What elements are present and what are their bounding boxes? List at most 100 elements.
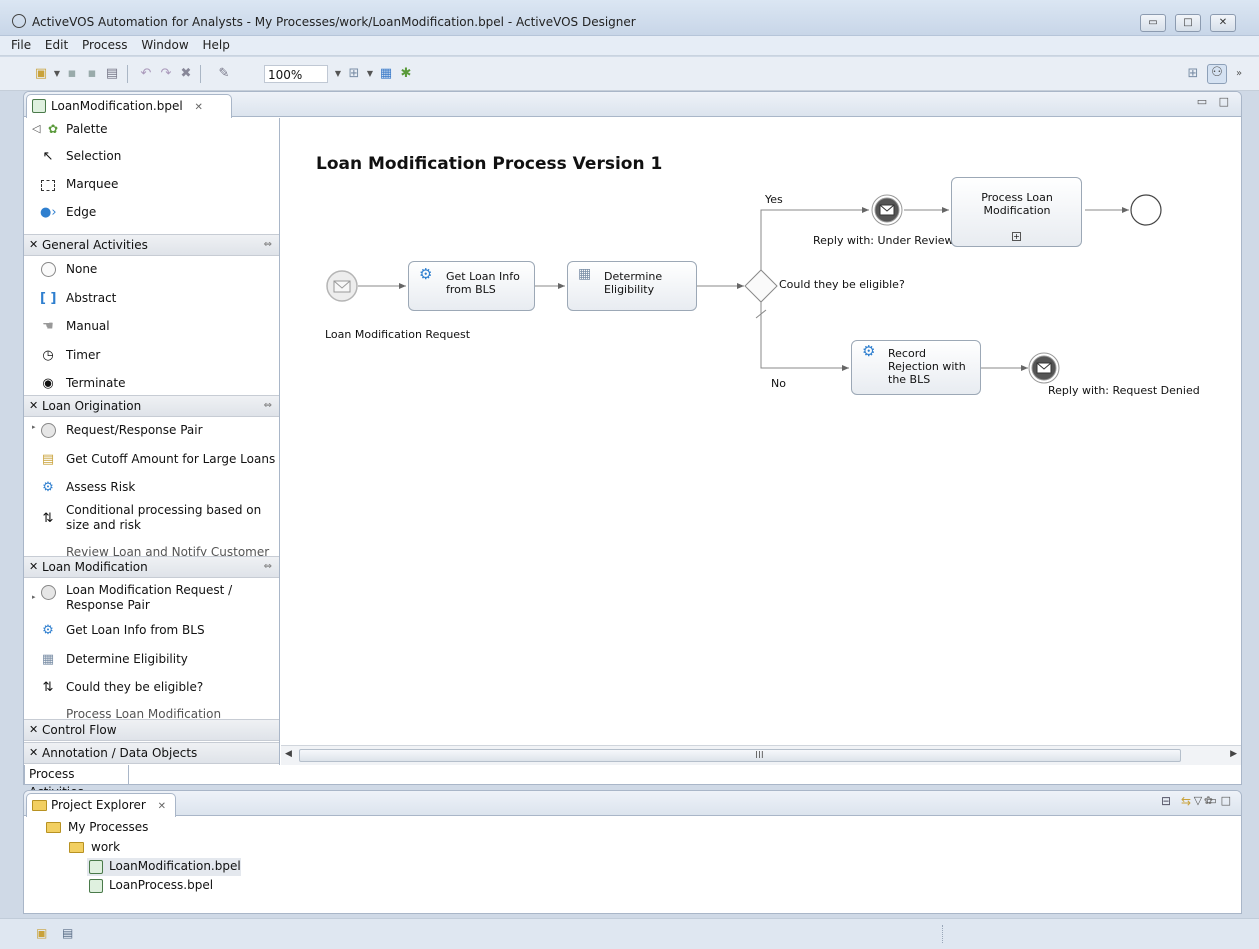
expand-subprocess-icon[interactable]: +: [1012, 232, 1021, 241]
app-icon: [12, 14, 26, 28]
tool-marquee[interactable]: Marquee: [24, 177, 279, 195]
palette-item-conditional-processing[interactable]: ⇅ Conditional processing based on size a…: [24, 503, 279, 537]
tab-loanmodification-bpel[interactable]: LoanModification.bpel ✕: [26, 94, 232, 118]
palette-item-request-response-pair[interactable]: ▸ Request/Response Pair: [24, 423, 279, 441]
show-view-icon[interactable]: ▤: [62, 926, 73, 940]
reply-request-denied-event[interactable]: [1028, 352, 1060, 384]
process-canvas[interactable]: Loan Modification Process Version 1 Loan…: [281, 118, 1241, 745]
simulate-icon[interactable]: ✱: [398, 66, 414, 82]
new-dropdown-icon[interactable]: ▼: [49, 66, 65, 82]
zoom-dropdown-icon[interactable]: ▼: [330, 66, 346, 82]
canvas-horizontal-scrollbar[interactable]: ◀ III ▶: [281, 745, 1241, 765]
palette-item-assess-risk[interactable]: ⚙ Assess Risk: [24, 480, 279, 498]
expand-icon[interactable]: ▸: [32, 593, 36, 601]
palette-title: Palette: [66, 122, 108, 136]
close-drawer-icon[interactable]: ✕: [29, 720, 38, 740]
palette-item-get-cutoff-amount[interactable]: ▤ Get Cutoff Amount for Large Loans: [24, 452, 279, 470]
palette-header[interactable]: ◁ ✿ Palette: [24, 122, 279, 140]
delete-icon[interactable]: ✖: [178, 66, 194, 82]
palette-item-could-they-be-eligible[interactable]: ⇅ Could they be eligible?: [24, 680, 279, 698]
hand-icon: ☚: [42, 319, 54, 334]
scroll-right-icon[interactable]: ▶: [1230, 749, 1237, 759]
palette-item-none[interactable]: None: [24, 262, 279, 280]
task-label: Record Rejection with the BLS: [888, 347, 966, 386]
drawer-arrows-icon[interactable]: ⇔: [264, 235, 272, 255]
palette-item-process-loan-modification[interactable]: Process Loan Modification: [24, 707, 279, 718]
drawer-loan-modification[interactable]: ✕ Loan Modification ⇔: [24, 556, 279, 578]
menu-edit[interactable]: Edit: [40, 36, 73, 54]
main-toolbar: ▣ ▼ ▪ ▪ ▤ ↶ ↷ ✖ ✎ 100% ▼ ⊞ ▼ ▦ ✱ ⊞ ⚇ »: [0, 57, 1259, 91]
scrollbar-thumb[interactable]: III: [299, 749, 1181, 762]
collapse-all-icon[interactable]: ⊟: [1161, 794, 1171, 808]
undo-icon[interactable]: ↶: [138, 66, 154, 82]
minimize-button[interactable]: ▭: [1140, 14, 1166, 32]
palette-item-abstract[interactable]: [ ] Abstract: [24, 291, 279, 309]
save-all-icon[interactable]: ▪: [84, 66, 100, 82]
drawer-arrows-icon[interactable]: ⇔: [264, 396, 272, 416]
palette-item-terminate[interactable]: ◉ Terminate: [24, 376, 279, 394]
save-icon[interactable]: ▪: [64, 66, 80, 82]
menu-file[interactable]: File: [6, 36, 36, 54]
explorer-minmax-icon[interactable]: ▽▭□: [1194, 794, 1235, 807]
perspective-icon[interactable]: ⚇: [1207, 64, 1227, 84]
deploy-icon[interactable]: ▦: [378, 66, 394, 82]
drawer-arrows-icon[interactable]: ⇔: [264, 557, 272, 577]
more-perspectives-icon[interactable]: »: [1231, 66, 1247, 82]
palette-item-timer[interactable]: ◷ Timer: [24, 348, 279, 366]
redo-icon[interactable]: ↷: [158, 66, 174, 82]
drawer-loan-origination[interactable]: ✕ Loan Origination ⇔: [24, 395, 279, 417]
palette-item-determine-eligibility[interactable]: ▦ Determine Eligibility: [24, 652, 279, 670]
zoom-select[interactable]: 100%: [264, 65, 328, 83]
editor-minmax-icon[interactable]: ▭ □: [1197, 95, 1233, 108]
maximize-button[interactable]: □: [1175, 14, 1201, 32]
menu-help[interactable]: Help: [198, 36, 235, 54]
task-determine-eligibility[interactable]: ▦ Determine Eligibility: [567, 261, 697, 311]
pencil-icon[interactable]: ✎: [216, 66, 232, 82]
tool-edge[interactable]: ●› Edge: [24, 205, 279, 223]
end-event[interactable]: [1130, 194, 1162, 226]
task-process-loan-modification[interactable]: Process Loan Modification +: [951, 177, 1082, 247]
palette-item-loan-modification-pair[interactable]: ▸ Loan Modification Request / Response P…: [24, 583, 279, 617]
project-folder-icon: [46, 822, 61, 833]
open-perspective-icon[interactable]: ⊞: [1185, 66, 1201, 82]
close-button[interactable]: ✕: [1210, 14, 1236, 32]
drawer-label: Annotation / Data Objects: [42, 746, 198, 760]
tab-process-activities[interactable]: Process Activities: [24, 765, 129, 799]
layout-icon[interactable]: ⊞: [346, 66, 362, 82]
close-tab-icon[interactable]: ✕: [158, 801, 166, 812]
palette-panel: ◁ ✿ Palette ↖ Selection Marquee ●› Edge …: [24, 118, 280, 765]
close-drawer-icon[interactable]: ✕: [29, 557, 38, 577]
drawer-control-flow[interactable]: ✕ Control Flow: [24, 719, 279, 741]
palette-item-manual[interactable]: ☚ Manual: [24, 319, 279, 337]
new-file-icon[interactable]: ▣: [33, 66, 49, 82]
tree-label: LoanProcess.bpel: [109, 878, 214, 892]
palette-item-get-loan-info[interactable]: ⚙ Get Loan Info from BLS: [24, 623, 279, 641]
expand-icon[interactable]: ▸: [32, 423, 36, 431]
collapse-palette-icon[interactable]: ◁: [32, 122, 40, 135]
task-record-rejection[interactable]: ⚙ Record Rejection with the BLS: [851, 340, 981, 395]
start-message-event[interactable]: [326, 270, 358, 302]
fast-view-icon[interactable]: ▣: [36, 926, 47, 940]
clock-icon: ◷: [42, 348, 54, 363]
tool-selection[interactable]: ↖ Selection: [24, 149, 279, 167]
tree-file-loanmodification[interactable]: LoanModification.bpel: [87, 858, 241, 876]
tab-project-explorer[interactable]: Project Explorer ✕: [26, 793, 176, 817]
reply-under-review-event[interactable]: [871, 194, 903, 226]
close-drawer-icon[interactable]: ✕: [29, 235, 38, 255]
scroll-left-icon[interactable]: ◀: [285, 749, 292, 759]
drawer-annotation-data-objects[interactable]: ✕ Annotation / Data Objects: [24, 742, 279, 764]
drawer-label: Loan Origination: [42, 399, 142, 413]
exclusive-gateway[interactable]: [744, 269, 778, 303]
print-icon[interactable]: ▤: [104, 66, 120, 82]
link-with-editor-icon[interactable]: ⇆: [1181, 794, 1191, 808]
palette-icon: ✿: [48, 122, 59, 136]
close-drawer-icon[interactable]: ✕: [29, 396, 38, 416]
task-label: Get Loan Info from BLS: [446, 270, 520, 296]
close-tab-icon[interactable]: ✕: [195, 102, 203, 113]
menu-window[interactable]: Window: [136, 36, 193, 54]
drawer-general-activities[interactable]: ✕ General Activities ⇔: [24, 234, 279, 256]
layout-dropdown-icon[interactable]: ▼: [362, 66, 378, 82]
menu-process[interactable]: Process: [77, 36, 133, 54]
task-get-loan-info[interactable]: ⚙ Get Loan Info from BLS: [408, 261, 535, 311]
close-drawer-icon[interactable]: ✕: [29, 743, 38, 763]
